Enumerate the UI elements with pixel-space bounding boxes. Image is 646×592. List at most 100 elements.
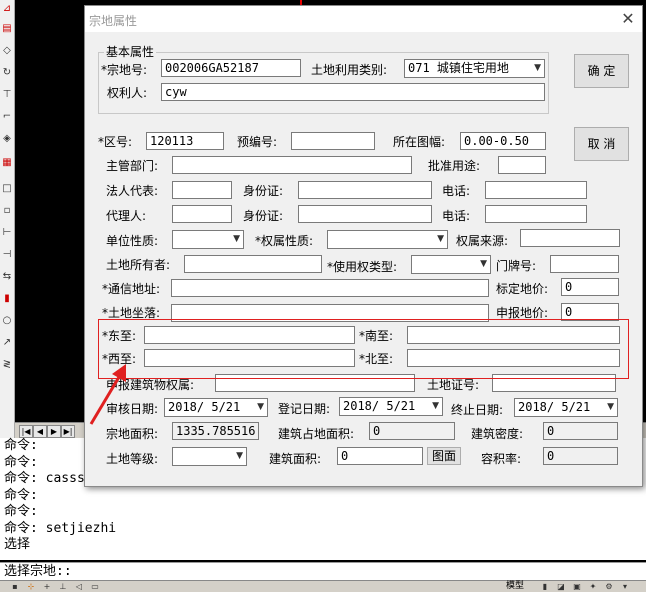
command-line: 命令: xyxy=(4,504,38,519)
authority-label: 主管部门: xyxy=(106,159,159,173)
plot-ratio-label: 容积率: xyxy=(481,452,522,466)
annotation-arrow-icon xyxy=(89,364,126,425)
audit-date-picker[interactable]: 2018/ 5/21 ▼ xyxy=(164,398,268,417)
grid-icon[interactable]: ▭ xyxy=(90,582,100,591)
tray-icon[interactable]: ▾ xyxy=(620,582,630,591)
tool-icon[interactable]: ⊢ xyxy=(1,226,13,240)
tool-icon[interactable]: ▤ xyxy=(1,22,13,36)
tool-icon[interactable]: ⌐ xyxy=(1,110,13,124)
land-cert-label: 土地证号: xyxy=(427,378,480,392)
std-price-input[interactable]: 0 xyxy=(561,278,619,296)
building-density-label: 建筑密度: xyxy=(471,427,524,441)
tool-icon[interactable]: ↻ xyxy=(1,66,13,80)
pre-no-input[interactable] xyxy=(291,132,375,150)
plot-ratio-input[interactable]: 0 xyxy=(543,447,618,465)
phone-label: 电话: xyxy=(442,209,471,223)
tool-icon[interactable]: ▦ xyxy=(1,156,13,170)
use-right-type-label: *使用权类型: xyxy=(327,260,398,274)
building-area-label: 建筑面积: xyxy=(269,452,322,466)
ortho-icon[interactable]: ⊥ xyxy=(58,582,68,591)
chevron-down-icon: ▼ xyxy=(534,63,541,73)
land-use-select[interactable]: 071 城镇住宅用地 ▼ xyxy=(404,59,545,78)
chevron-down-icon: ▼ xyxy=(437,234,444,244)
land-use-label: 土地利用类别: xyxy=(311,63,388,77)
end-date-picker[interactable]: 2018/ 5/21 ▼ xyxy=(514,398,618,417)
district-label: *区号: xyxy=(98,135,133,149)
agent-input[interactable] xyxy=(172,205,232,223)
reg-date-label: 登记日期: xyxy=(278,402,331,416)
dialog-title: 宗地属性 xyxy=(89,14,138,28)
tray-icon[interactable]: ✦ xyxy=(588,582,598,591)
snap-icon[interactable]: ▪ xyxy=(10,582,20,591)
std-price-label: 标定地价: xyxy=(496,282,549,296)
id-card-input[interactable] xyxy=(298,205,432,223)
tray-icon[interactable]: ▮ xyxy=(540,582,550,591)
chevron-down-icon: ▼ xyxy=(257,402,264,412)
tool-icon[interactable]: ◇ xyxy=(1,44,13,58)
chevron-down-icon: ▼ xyxy=(233,234,240,244)
district-input[interactable]: 120113 xyxy=(146,132,224,150)
tool-icon[interactable]: ⊤ xyxy=(1,88,13,102)
mail-address-input[interactable] xyxy=(171,279,489,297)
tool-icon[interactable]: ≷ xyxy=(1,358,13,372)
reg-date-picker[interactable]: 2018/ 5/21 ▼ xyxy=(339,397,443,416)
approved-use-input[interactable] xyxy=(498,156,546,174)
phone-input[interactable] xyxy=(485,205,587,223)
close-icon[interactable]: ✕ xyxy=(620,11,636,27)
owner-input[interactable]: cyw xyxy=(161,83,545,101)
phone-label: 电话: xyxy=(442,184,471,198)
tool-icon[interactable]: ▫ xyxy=(1,204,13,218)
group-title: 基本属性 xyxy=(104,45,157,59)
land-owner-input[interactable] xyxy=(184,255,322,273)
map-sheet-input[interactable]: 0.00-0.50 xyxy=(460,132,546,150)
declared-price-label: 申报地价: xyxy=(496,306,549,320)
tool-icon[interactable]: ▮ xyxy=(1,292,13,306)
tool-icon[interactable]: ⊿ xyxy=(1,2,13,16)
pre-no-label: 预编号: xyxy=(237,135,278,149)
tool-icon[interactable]: ⊣ xyxy=(1,248,13,262)
cancel-button[interactable]: 取 消 xyxy=(574,127,629,161)
tool-icon[interactable]: ◈ xyxy=(1,132,13,146)
parcel-attributes-dialog: 宗地属性 ✕ 基本属性 *宗地号: 002006GA52187 土地利用类别: … xyxy=(84,5,643,487)
osnap-icon[interactable]: ⊹ xyxy=(26,582,36,591)
building-footprint-input[interactable]: 0 xyxy=(369,422,455,440)
first-tab-icon[interactable]: |◀ xyxy=(19,425,33,438)
prev-tab-icon[interactable]: ◀ xyxy=(33,425,47,438)
legal-rep-input[interactable] xyxy=(172,181,232,199)
building-footprint-label: 建筑占地面积: xyxy=(278,427,355,441)
building-area-input[interactable]: 0 xyxy=(337,447,423,465)
tool-icon[interactable]: ○ xyxy=(1,314,13,328)
command-prompt[interactable]: 选择宗地:: xyxy=(0,562,646,580)
right-source-label: 权属来源: xyxy=(456,234,509,248)
last-tab-icon[interactable]: ▶| xyxy=(61,425,75,438)
polar-icon[interactable]: ◁ xyxy=(74,582,84,591)
right-nature-select[interactable]: ▼ xyxy=(327,230,448,249)
dialog-title-bar[interactable]: 宗地属性 ✕ xyxy=(85,6,642,32)
right-source-input[interactable] xyxy=(520,229,620,247)
id-card-input[interactable] xyxy=(298,181,432,199)
authority-input[interactable] xyxy=(172,156,412,174)
mail-address-label: *通信地址: xyxy=(102,282,161,296)
parcel-no-input[interactable]: 002006GA52187 xyxy=(161,59,301,77)
unit-nature-select[interactable]: ▼ xyxy=(172,230,244,249)
parcel-no-label: *宗地号: xyxy=(101,63,148,77)
building-density-input[interactable]: 0 xyxy=(543,422,618,440)
map-sheet-label: 所在图幅: xyxy=(393,135,446,149)
tool-icon[interactable]: ⇆ xyxy=(1,270,13,284)
land-owner-label: 土地所有者: xyxy=(106,258,171,272)
phone-input[interactable] xyxy=(485,181,587,199)
tray-icon[interactable]: ▣ xyxy=(572,582,582,591)
ok-button[interactable]: 确 定 xyxy=(574,54,629,88)
land-grade-select[interactable]: ▼ xyxy=(172,447,247,466)
model-label[interactable]: 模型 xyxy=(506,581,524,591)
house-no-input[interactable] xyxy=(550,255,619,273)
use-right-type-select[interactable]: ▼ xyxy=(411,255,491,274)
tool-icon[interactable]: ↗ xyxy=(1,336,13,350)
next-tab-icon[interactable]: ▶ xyxy=(47,425,61,438)
tray-icon[interactable]: ◪ xyxy=(556,582,566,591)
add-icon[interactable]: + xyxy=(42,582,52,591)
tool-icon[interactable]: □ xyxy=(1,182,13,196)
drawing-button[interactable]: 图面 xyxy=(427,447,461,465)
parcel-area-input[interactable]: 1335.785516( xyxy=(172,422,259,440)
tray-icon[interactable]: ⚙ xyxy=(604,582,614,591)
